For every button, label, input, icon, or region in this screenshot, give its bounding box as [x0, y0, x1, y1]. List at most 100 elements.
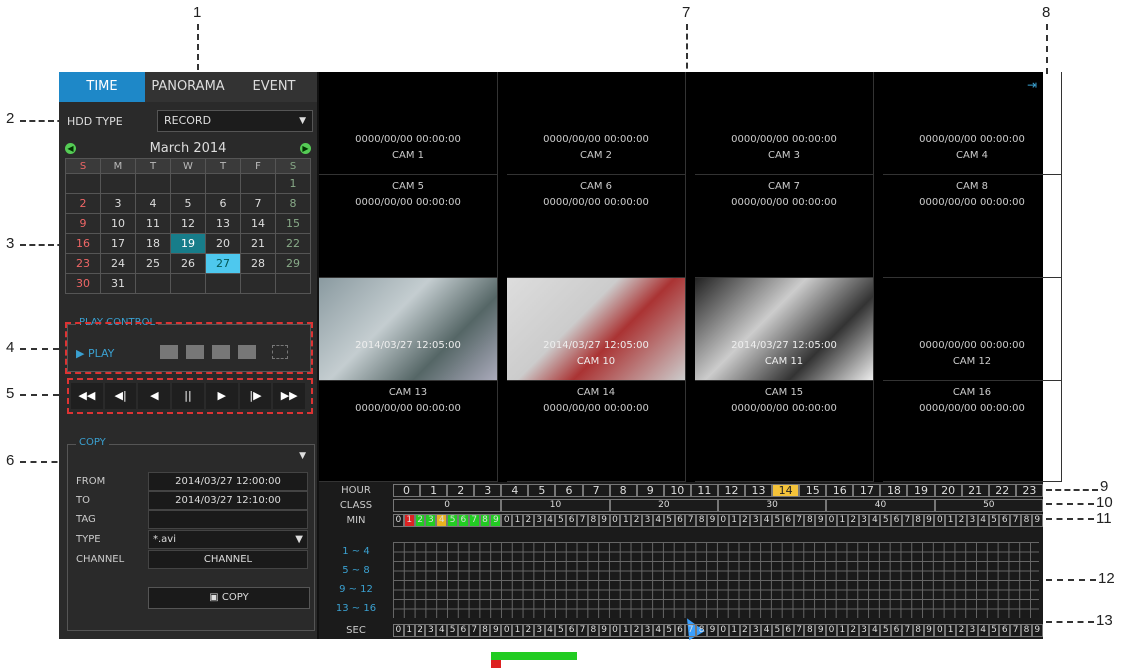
hour-cell[interactable]: 12	[717, 484, 746, 497]
min-cell[interactable]: 4	[977, 514, 989, 527]
sec-cell[interactable]: 0	[609, 624, 621, 637]
min-cell[interactable]: 6	[674, 514, 686, 527]
class-cell[interactable]: 0	[393, 499, 502, 512]
day-cell-recorded[interactable]: 19	[170, 233, 206, 254]
sec-cell[interactable]: 1	[403, 624, 415, 637]
tab-time[interactable]: TIME	[59, 72, 145, 102]
sec-cell[interactable]: 5	[447, 624, 458, 637]
sec-cell[interactable]: 3	[425, 624, 437, 637]
sec-cell[interactable]: 4	[869, 624, 881, 637]
camera-tile-live[interactable]: 2014/03/27 12:05:00	[319, 278, 498, 381]
min-cell[interactable]: 1	[945, 514, 957, 527]
sec-cell[interactable]: 7	[901, 624, 913, 637]
sec-cell[interactable]: 3	[966, 624, 978, 637]
min-cell[interactable]: 6	[566, 514, 578, 527]
prev-month-icon[interactable]: ◀	[65, 142, 76, 154]
min-cell[interactable]: 0	[826, 514, 837, 527]
day-cell[interactable]: 13	[205, 213, 241, 234]
min-cell[interactable]: 0	[609, 514, 621, 527]
min-cell[interactable]: 0	[501, 514, 513, 527]
sec-cell[interactable]: 6	[457, 624, 469, 637]
sec-cell[interactable]: 2	[739, 624, 751, 637]
sec-cell[interactable]: 4	[544, 624, 556, 637]
day-cell[interactable]: 8	[275, 193, 311, 214]
hour-cell[interactable]: 22	[988, 484, 1016, 497]
day-cell[interactable]: 15	[275, 213, 311, 234]
sec-cell[interactable]: 2	[847, 624, 859, 637]
min-cell[interactable]: 9	[490, 514, 502, 527]
sec-cell[interactable]: 6	[566, 624, 578, 637]
camera-tile[interactable]: CAM 7 0000/00/00 00:00:00	[695, 175, 874, 278]
camera-tile[interactable]: CAM 13 0000/00/00 00:00:00	[319, 381, 498, 482]
hour-cell[interactable]: 21	[961, 484, 989, 497]
hour-cell[interactable]: 18	[880, 484, 908, 497]
camera-tile[interactable]: 0000/00/00 00:00:00 CAM 12	[883, 278, 1062, 381]
camera-tile[interactable]: CAM 14 0000/00/00 00:00:00	[507, 381, 686, 482]
camera-tile-live[interactable]: 2014/03/27 12:05:00 CAM 11	[695, 278, 874, 381]
sec-cell[interactable]: 1	[945, 624, 957, 637]
hour-cell[interactable]: 13	[745, 484, 773, 497]
sec-cell[interactable]: 8	[479, 624, 491, 637]
min-cell[interactable]: 1	[620, 514, 632, 527]
min-cell[interactable]: 8	[804, 514, 816, 527]
min-cell[interactable]: 0	[934, 514, 946, 527]
sec-cell[interactable]: 8	[696, 624, 708, 637]
day-cell[interactable]: 6	[205, 193, 241, 214]
min-cell[interactable]: 5	[988, 514, 1000, 527]
min-cell[interactable]: 7	[1010, 514, 1022, 527]
sec-cell[interactable]: 0	[826, 624, 837, 637]
hour-cell[interactable]: 23	[1015, 484, 1043, 497]
sec-cell[interactable]: 4	[652, 624, 664, 637]
copy-button[interactable]: ▣ COPY	[148, 587, 310, 609]
hour-cell[interactable]: 0	[393, 484, 421, 497]
sec-cell[interactable]: 0	[717, 624, 729, 637]
class-cell[interactable]: 50	[934, 499, 1043, 512]
next-month-icon[interactable]: ▶	[299, 142, 311, 154]
sec-cell[interactable]: 0	[501, 624, 513, 637]
sec-cell[interactable]: 0	[393, 624, 404, 637]
day-cell[interactable]: 23	[65, 253, 101, 274]
hour-cell[interactable]: 20	[934, 484, 962, 497]
day-cell[interactable]: 31	[100, 273, 136, 294]
hour-cell[interactable]: 1	[420, 484, 448, 497]
sec-cell[interactable]: 4	[977, 624, 989, 637]
day-cell[interactable]: 16	[65, 233, 101, 254]
sec-cell[interactable]: 4	[761, 624, 772, 637]
sec-cell[interactable]: 9	[1031, 624, 1043, 637]
min-cell[interactable]: 3	[425, 514, 437, 527]
min-cell[interactable]: 2	[522, 514, 534, 527]
tab-panorama[interactable]: PANORAMA	[145, 72, 231, 102]
sec-cell[interactable]: 1	[728, 624, 740, 637]
min-cell[interactable]: 1	[403, 514, 415, 527]
type-select[interactable]: *.avi ▼	[148, 530, 308, 549]
hour-cell[interactable]: 9	[636, 484, 664, 497]
camera-tile-live[interactable]: 2014/03/27 12:05:00 CAM 10	[507, 278, 686, 381]
min-cell[interactable]: 9	[815, 514, 827, 527]
camera-tile[interactable]: 0000/00/00 00:00:00 CAM 2	[507, 72, 686, 175]
hour-cell[interactable]: 15	[799, 484, 827, 497]
sec-cell[interactable]: 3	[750, 624, 762, 637]
hour-cell[interactable]: 19	[907, 484, 935, 497]
min-cell[interactable]: 7	[577, 514, 588, 527]
sec-cell[interactable]: 5	[663, 624, 675, 637]
hour-cell[interactable]: 5	[528, 484, 556, 497]
day-cell[interactable]: 4	[135, 193, 171, 214]
min-cell[interactable]: 2	[631, 514, 643, 527]
min-cell[interactable]: 1	[836, 514, 848, 527]
min-cell[interactable]: 8	[587, 514, 599, 527]
min-cell[interactable]: 9	[598, 514, 610, 527]
channel-group-label[interactable]: 13 ~ 16	[319, 599, 393, 618]
day-cell[interactable]: 17	[100, 233, 136, 254]
min-cell[interactable]: 8	[912, 514, 924, 527]
channel-group-label[interactable]: 1 ~ 4	[319, 542, 393, 561]
hour-cell[interactable]: 8	[609, 484, 637, 497]
min-cell[interactable]: 0	[393, 514, 404, 527]
day-cell[interactable]: 3	[100, 193, 136, 214]
sec-cell[interactable]: 2	[631, 624, 643, 637]
sec-cell[interactable]: 4	[436, 624, 448, 637]
hour-cell[interactable]: 4	[501, 484, 529, 497]
sec-cell[interactable]: 8	[804, 624, 816, 637]
min-cell[interactable]: 2	[739, 514, 751, 527]
min-cell[interactable]: 4	[436, 514, 448, 527]
sec-cell[interactable]: 5	[555, 624, 567, 637]
